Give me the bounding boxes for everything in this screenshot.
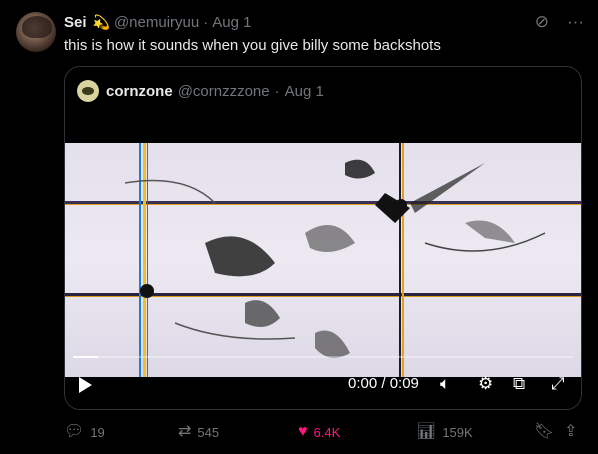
post-top-icons: ⊘ ··· — [535, 12, 584, 32]
reply-button[interactable]: 💬︎ 19 — [64, 423, 105, 441]
share-icon: ⇪ — [564, 423, 578, 440]
quote-date: Aug 1 — [284, 82, 324, 100]
video-frame-art — [65, 143, 581, 377]
video-player[interactable]: 0:00 / 0:09 🔈︎ ⚙︎ ⧉ ⤢ — [65, 115, 581, 409]
quote-author-handle: @cornzzzone — [177, 82, 270, 100]
video-controls: 0:00 / 0:09 🔈︎ ⚙︎ ⧉ ⤢ — [65, 371, 581, 399]
video-scrubber[interactable] — [73, 356, 573, 358]
post-date[interactable]: Aug 1 — [212, 14, 251, 31]
fullscreen-icon[interactable]: ⤢ — [551, 374, 565, 394]
quote-avatar — [77, 80, 99, 102]
video-time: 0:00 / 0:09 — [348, 375, 419, 392]
reply-count: 19 — [90, 424, 105, 440]
author-handle[interactable]: @nemuiryuu — [114, 14, 199, 31]
bookmark-button[interactable]: 🔖︎ — [534, 423, 554, 441]
bookmark-icon: 🔖︎ — [534, 423, 555, 440]
quote-separator-dot: · — [274, 82, 280, 100]
author-avatar[interactable] — [16, 12, 56, 52]
quoted-post[interactable]: cornzone @cornzzzone · Aug 1 0:00 / 0:09… — [64, 66, 582, 410]
volume-icon[interactable]: 🔈︎ — [440, 374, 450, 394]
reply-icon: 💬︎ — [64, 423, 85, 440]
play-icon[interactable] — [79, 377, 92, 393]
repost-icon: ⇄ — [178, 423, 192, 440]
author-emoji: 💫 — [92, 13, 110, 30]
post-actions: 💬︎ 19 ⇄ 545 ♥ 6.4K 📊︎ 159K 🔖︎ ⇪ — [64, 423, 584, 443]
author-name[interactable]: Sei — [64, 14, 87, 31]
pip-icon[interactable]: ⧉ — [513, 374, 525, 394]
quote-author-name: cornzone — [106, 82, 173, 100]
views-button[interactable]: 📊︎ 159K — [416, 423, 473, 441]
more-icon[interactable]: ··· — [567, 12, 584, 32]
settings-icon[interactable]: ⚙︎ — [478, 374, 493, 394]
post-text: this is how it sounds when you give bill… — [64, 37, 441, 54]
like-count: 6.4K — [313, 424, 341, 440]
share-button[interactable]: ⇪ — [564, 423, 577, 441]
video-frame — [65, 143, 581, 377]
grok-icon[interactable]: ⊘ — [535, 12, 549, 32]
view-count: 159K — [442, 424, 473, 440]
quote-header: cornzone @cornzzzone · Aug 1 — [77, 79, 324, 103]
post-header: Sei 💫 @nemuiryuu · Aug 1 — [64, 13, 251, 31]
like-button[interactable]: ♥ 6.4K — [298, 423, 340, 441]
heart-icon: ♥ — [298, 423, 308, 440]
video-scrubber-progress — [73, 356, 98, 358]
separator-dot: · — [203, 13, 209, 31]
repost-button[interactable]: ⇄ 545 — [178, 423, 219, 441]
repost-count: 545 — [197, 424, 220, 440]
views-icon: 📊︎ — [416, 423, 437, 440]
